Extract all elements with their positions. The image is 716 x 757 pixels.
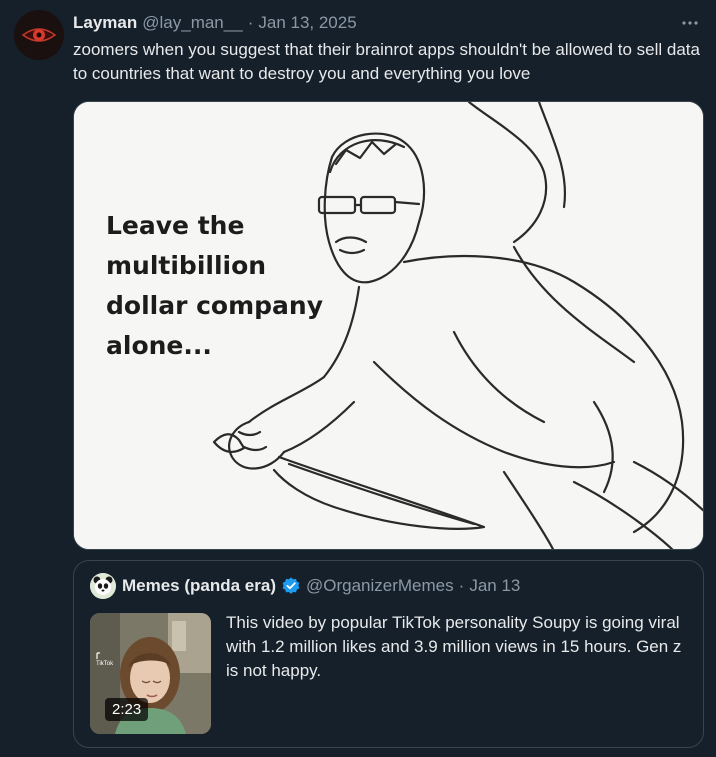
quoted-header-separator: · <box>458 576 465 595</box>
meme-caption: Leave the multibillion dollar company al… <box>106 206 336 366</box>
video-thumbnail[interactable]: TikTok 2:23 <box>90 613 211 734</box>
quoted-tweet-header: Memes (panda era) @OrganizerMemes · Jan … <box>90 573 687 599</box>
svg-text:TikTok: TikTok <box>96 661 114 667</box>
verified-badge-icon <box>281 576 301 596</box>
red-eye-icon <box>14 10 64 60</box>
video-duration-badge: 2:23 <box>105 698 149 721</box>
more-horizontal-icon <box>682 21 698 25</box>
quoted-author-avatar[interactable] <box>90 573 116 599</box>
tweet-date[interactable]: Jan 13, 2025 <box>258 13 356 33</box>
panda-icon <box>90 573 116 599</box>
quoted-tweet-date[interactable]: Jan 13 <box>469 576 520 596</box>
meme-caption-line: alone... <box>106 331 212 360</box>
quoted-author-name[interactable]: Memes (panda era) <box>122 576 276 596</box>
tweet-media[interactable]: Leave the multibillion dollar company al… <box>73 101 704 550</box>
quoted-tweet-text: This video by popular TikTok personality… <box>226 613 682 680</box>
tweet-text: zoomers when you suggest that their brai… <box>73 40 700 83</box>
more-button[interactable] <box>678 11 702 35</box>
author-name[interactable]: Layman <box>73 13 137 33</box>
meme-caption-line: Leave the <box>106 211 245 240</box>
author-handle[interactable]: @lay_man__ <box>142 13 242 33</box>
header-separator: · <box>247 13 254 32</box>
author-avatar[interactable] <box>14 10 64 60</box>
quoted-tweet[interactable]: Memes (panda era) @OrganizerMemes · Jan … <box>73 560 704 748</box>
meme-caption-line: dollar company <box>106 291 324 320</box>
tweet-header: Layman @lay_man__ · Jan 13, 2025 <box>73 11 702 35</box>
quoted-author-handle[interactable]: @OrganizerMemes <box>306 576 454 596</box>
meme-caption-line: multibillion <box>106 251 267 280</box>
